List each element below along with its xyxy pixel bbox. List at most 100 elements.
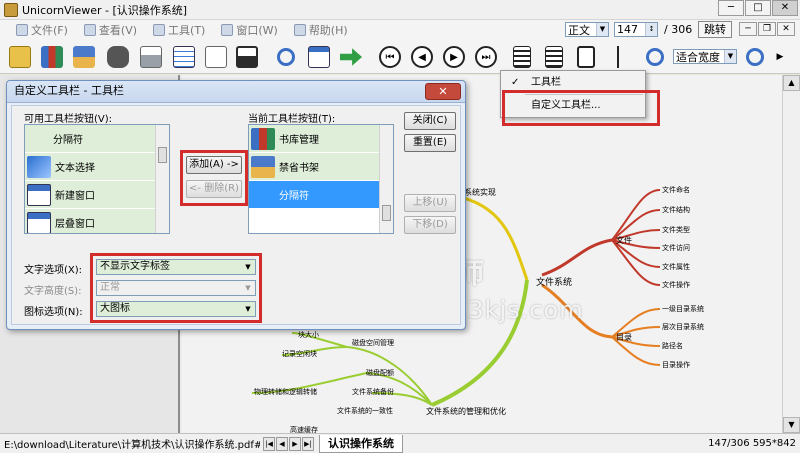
scroll-up-icon[interactable]: ▲ bbox=[783, 75, 800, 91]
file-menu-icon bbox=[16, 24, 28, 36]
document-tab[interactable]: 认识操作系统 bbox=[319, 434, 403, 453]
current-buttons-list[interactable]: 书库管理 禁省书架 分隔符 bbox=[248, 124, 394, 234]
child-restore-button[interactable]: ❐ bbox=[758, 22, 776, 36]
view-menu-icon bbox=[83, 24, 96, 36]
list-item[interactable]: 禁省书架 bbox=[249, 153, 393, 181]
menu-view-label: 查看(V) bbox=[98, 24, 138, 37]
left-item: 物理转储和逻辑转储 bbox=[254, 388, 317, 396]
file-branch: 文件 bbox=[616, 236, 632, 245]
pages-stack-icon bbox=[545, 46, 563, 68]
page-info: 147/306 595*842 bbox=[708, 438, 796, 449]
child-minimize-button[interactable]: ─ bbox=[739, 22, 757, 36]
tools-menu-icon bbox=[153, 24, 166, 36]
available-buttons-list[interactable]: 分隔符 文本选择 新建窗口 层叠窗口 bbox=[24, 124, 170, 234]
move-down-button[interactable]: 下移(D) bbox=[404, 216, 456, 234]
menu-tools-label: 工具(T) bbox=[168, 24, 206, 37]
window-menu-icon bbox=[221, 24, 234, 36]
child-close-button[interactable]: ✕ bbox=[777, 22, 795, 36]
window-title: UnicornViewer - [认识操作系统] bbox=[22, 3, 188, 17]
window-view-button[interactable] bbox=[305, 43, 333, 71]
list-scrollbar[interactable] bbox=[155, 125, 169, 233]
page-lines-icon bbox=[513, 46, 531, 68]
print-button[interactable] bbox=[137, 43, 165, 71]
chevron-right-icon: ▶ bbox=[776, 52, 784, 62]
goto-button[interactable] bbox=[337, 43, 365, 71]
zoom-in-button[interactable] bbox=[741, 43, 769, 71]
maximize-button[interactable]: □ bbox=[745, 0, 771, 16]
next-page-icon: ▶ bbox=[443, 46, 465, 68]
export-button[interactable] bbox=[202, 43, 230, 71]
vertical-scrollbar[interactable]: ▲ ▼ bbox=[782, 75, 800, 433]
list-scrollbar[interactable] bbox=[379, 125, 393, 233]
mgmt-item: 文件系统备份 bbox=[352, 388, 394, 396]
prev-tab-icon[interactable]: ◀ bbox=[276, 436, 288, 451]
list-item-label: 书库管理 bbox=[279, 135, 319, 146]
list-item[interactable]: 文本选择 bbox=[25, 153, 169, 181]
menu-tools[interactable]: 工具(T) bbox=[145, 22, 213, 38]
window-controls: ─ □ ✕ bbox=[717, 0, 798, 16]
list-item-selected[interactable]: 分隔符 bbox=[249, 181, 393, 209]
save-button[interactable] bbox=[233, 43, 261, 71]
single-page-button[interactable] bbox=[508, 43, 536, 71]
find-button[interactable] bbox=[104, 43, 132, 71]
list-item[interactable]: 新建窗口 bbox=[25, 181, 169, 209]
chevron-down-icon: ▼ bbox=[596, 23, 608, 36]
close-button[interactable]: ✕ bbox=[772, 0, 798, 16]
mgmt-item: 文件系统的一致性 bbox=[337, 407, 393, 415]
dir-item: 路径名 bbox=[662, 342, 683, 350]
file-item: 文件属性 bbox=[662, 263, 690, 271]
search-button[interactable] bbox=[272, 43, 300, 71]
view-mode-select[interactable]: 正文 ▼ bbox=[565, 22, 609, 37]
available-label: 可用工具栏按钮(V): bbox=[24, 114, 113, 125]
toolbar-more-button[interactable]: ▶ bbox=[770, 43, 790, 71]
text-select-icon bbox=[27, 155, 51, 178]
last-page-button[interactable]: ⏭ bbox=[472, 43, 500, 71]
page-number-input[interactable]: 147 ↕ bbox=[614, 22, 658, 37]
bookshelf-button[interactable] bbox=[70, 43, 98, 71]
last-tab-icon[interactable]: ▶| bbox=[302, 436, 314, 451]
printer-icon bbox=[140, 46, 162, 68]
split-view-button[interactable] bbox=[604, 43, 632, 71]
first-page-icon: ⏮ bbox=[379, 46, 401, 68]
zoom-out-button[interactable] bbox=[641, 43, 669, 71]
properties-button[interactable] bbox=[170, 43, 198, 71]
list-item[interactable]: 层叠窗口 bbox=[25, 209, 169, 233]
file-item: 文件命名 bbox=[662, 186, 690, 194]
dir-item: 层次目录系统 bbox=[662, 323, 704, 331]
library-button[interactable] bbox=[38, 43, 66, 71]
prev-page-button[interactable]: ◀ bbox=[408, 43, 436, 71]
facing-pages-button[interactable] bbox=[572, 43, 600, 71]
close-dialog-button[interactable]: 关闭(C) bbox=[404, 112, 456, 130]
prev-page-icon: ◀ bbox=[411, 46, 433, 68]
minimize-button[interactable]: ─ bbox=[718, 0, 744, 16]
scroll-thumb[interactable] bbox=[382, 205, 391, 221]
scroll-down-icon[interactable]: ▼ bbox=[783, 417, 800, 433]
menu-file[interactable]: 文件(F) bbox=[0, 22, 76, 38]
menu-window[interactable]: 窗口(W) bbox=[213, 22, 285, 38]
list-item[interactable]: 分隔符 bbox=[25, 125, 169, 153]
scroll-thumb[interactable] bbox=[158, 147, 167, 163]
customize-toolbar-dialog: 自定义工具栏 - 工具栏 ✕ 可用工具栏按钮(V): 当前工具栏按钮(T): 分… bbox=[6, 80, 466, 330]
menu-file-label: 文件(F) bbox=[31, 24, 68, 37]
menu-view[interactable]: 查看(V) bbox=[76, 22, 145, 38]
first-tab-icon[interactable]: |◀ bbox=[263, 436, 275, 451]
jump-button[interactable]: 跳转 bbox=[698, 21, 732, 38]
text-option-label: 文字选项(X): bbox=[24, 265, 83, 276]
menu-help[interactable]: 帮助(H) bbox=[286, 22, 356, 38]
open-folder-button[interactable] bbox=[6, 43, 34, 71]
zoom-select[interactable]: 适合宽度 ▼ bbox=[673, 49, 737, 64]
list-item[interactable]: 书库管理 bbox=[249, 125, 393, 153]
move-up-button[interactable]: 上移(U) bbox=[404, 194, 456, 212]
next-tab-icon[interactable]: ▶ bbox=[289, 436, 301, 451]
reset-button[interactable]: 重置(E) bbox=[404, 134, 456, 152]
tab-nav: |◀ ◀ ▶ ▶| bbox=[263, 436, 315, 451]
text-height-label: 文字高度(S): bbox=[24, 286, 82, 297]
highlight-box bbox=[90, 253, 262, 323]
folder-icon bbox=[9, 46, 31, 68]
list-item-label: 文本选择 bbox=[55, 163, 95, 174]
next-page-button[interactable]: ▶ bbox=[440, 43, 468, 71]
first-page-button[interactable]: ⏮ bbox=[376, 43, 404, 71]
zoom-in-icon bbox=[746, 48, 764, 66]
continuous-button[interactable] bbox=[540, 43, 568, 71]
dialog-close-icon[interactable]: ✕ bbox=[425, 83, 461, 100]
